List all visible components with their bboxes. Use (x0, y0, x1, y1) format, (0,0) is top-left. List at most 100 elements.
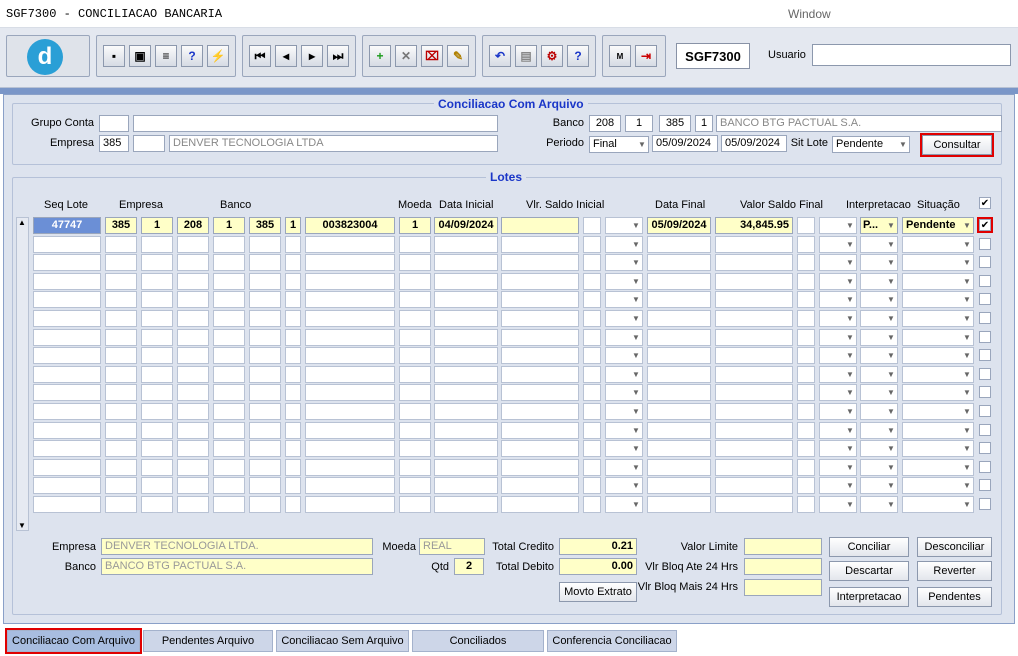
tab-conciliacao-sem-arquivo[interactable]: Conciliacao Sem Arquivo (276, 630, 409, 652)
empty-cell[interactable] (434, 347, 498, 365)
empty-cell[interactable] (213, 254, 245, 272)
row-checkbox[interactable] (979, 386, 991, 399)
cell-seq-lote[interactable]: 47747 (33, 217, 101, 234)
empty-cell[interactable] (715, 254, 793, 272)
tab-pendentes-arquivo[interactable]: Pendentes Arquivo (143, 630, 273, 652)
empty-cell[interactable] (213, 235, 245, 253)
empty-cell[interactable] (647, 254, 711, 272)
conciliar-button[interactable]: Conciliar (829, 537, 909, 557)
empty-cell[interactable] (213, 272, 245, 290)
empty-cell[interactable] (33, 254, 101, 272)
empty-cell[interactable] (177, 235, 209, 253)
empty-cell[interactable] (715, 421, 793, 439)
empty-cell[interactable] (647, 310, 711, 327)
empty-cell[interactable]: ▼ (860, 403, 898, 420)
grupo-conta-code[interactable] (99, 115, 129, 132)
empty-cell[interactable] (501, 384, 579, 402)
empty-cell[interactable] (177, 458, 209, 476)
row-checkbox[interactable]: ✔ (977, 217, 993, 233)
empty-cell[interactable] (715, 440, 793, 458)
empty-cell[interactable] (715, 272, 793, 290)
empty-cell[interactable] (399, 291, 431, 309)
empty-cell[interactable] (647, 403, 711, 420)
empty-cell[interactable] (33, 328, 101, 346)
empty-cell[interactable]: ▼ (605, 272, 643, 290)
empty-cell[interactable]: ▼ (902, 458, 974, 476)
empty-cell[interactable] (583, 272, 601, 290)
row-checkbox[interactable] (979, 349, 991, 362)
empty-cell[interactable]: ▼ (860, 384, 898, 402)
empty-cell[interactable]: ▼ (819, 421, 857, 439)
empty-cell[interactable] (434, 328, 498, 346)
empty-cell[interactable] (501, 235, 579, 253)
empty-cell[interactable]: ▼ (860, 310, 898, 327)
empty-cell[interactable]: ▼ (819, 365, 857, 383)
empty-cell[interactable] (501, 328, 579, 346)
empty-cell[interactable] (797, 458, 815, 476)
empty-cell[interactable] (715, 458, 793, 476)
empresa-sub[interactable] (133, 135, 165, 152)
empty-cell[interactable] (33, 310, 101, 327)
row-checkbox[interactable] (979, 442, 991, 455)
empty-cell[interactable] (33, 403, 101, 420)
row-checkbox[interactable] (979, 330, 991, 343)
empty-cell[interactable] (141, 365, 173, 383)
empty-cell[interactable]: ▼ (819, 347, 857, 365)
empty-cell[interactable] (141, 496, 173, 513)
empty-cell[interactable] (797, 328, 815, 346)
empty-cell[interactable] (105, 328, 137, 346)
empty-cell[interactable]: ▼ (860, 458, 898, 476)
empty-cell[interactable] (305, 458, 395, 476)
empty-cell[interactable] (213, 347, 245, 365)
empty-cell[interactable]: ▼ (605, 421, 643, 439)
empty-cell[interactable] (141, 384, 173, 402)
empty-cell[interactable] (33, 477, 101, 495)
empty-cell[interactable] (249, 440, 281, 458)
empty-cell[interactable]: ▼ (902, 384, 974, 402)
empty-cell[interactable] (797, 421, 815, 439)
first-record-icon[interactable]: ⏮ (249, 45, 271, 67)
empty-cell[interactable] (501, 254, 579, 272)
row-checkbox[interactable] (979, 498, 991, 510)
empty-cell[interactable] (249, 458, 281, 476)
empty-cell[interactable] (285, 403, 301, 420)
empty-cell[interactable] (305, 254, 395, 272)
empty-cell[interactable] (501, 477, 579, 495)
empty-cell[interactable] (33, 235, 101, 253)
execute-query-icon[interactable]: ⚡ (207, 45, 229, 67)
empty-cell[interactable]: ▼ (605, 496, 643, 513)
next-record-icon[interactable]: ▸ (301, 45, 323, 67)
menu-icon[interactable]: M (609, 45, 631, 67)
consultar-button[interactable]: Consultar (920, 133, 994, 157)
empty-cell[interactable] (715, 291, 793, 309)
empty-cell[interactable]: ▼ (902, 496, 974, 513)
empty-cell[interactable] (797, 365, 815, 383)
empty-cell[interactable] (501, 440, 579, 458)
empty-cell[interactable] (105, 365, 137, 383)
descartar-button[interactable]: Descartar (829, 561, 909, 581)
empty-cell[interactable]: ▼ (860, 328, 898, 346)
empty-cell[interactable] (105, 347, 137, 365)
empty-cell[interactable] (434, 310, 498, 327)
empty-cell[interactable]: ▼ (860, 421, 898, 439)
empty-cell[interactable] (141, 328, 173, 346)
empty-cell[interactable] (105, 440, 137, 458)
cell-select-final[interactable]: ▼ (819, 217, 857, 234)
empty-cell[interactable] (105, 254, 137, 272)
empty-cell[interactable] (177, 328, 209, 346)
empty-cell[interactable] (213, 458, 245, 476)
empty-cell[interactable] (583, 403, 601, 420)
empty-cell[interactable] (305, 235, 395, 253)
empty-cell[interactable] (797, 254, 815, 272)
pendentes-button[interactable]: Pendentes (917, 587, 992, 607)
empty-cell[interactable] (501, 272, 579, 290)
row-checkbox[interactable] (979, 293, 991, 306)
empty-cell[interactable] (399, 403, 431, 420)
empty-cell[interactable] (399, 254, 431, 272)
empty-cell[interactable] (715, 496, 793, 513)
empty-cell[interactable]: ▼ (605, 347, 643, 365)
clear-record-icon[interactable]: ⌧ (421, 45, 443, 67)
scroll-down-icon[interactable]: ▼ (18, 521, 26, 530)
empty-cell[interactable] (647, 496, 711, 513)
empty-cell[interactable] (583, 477, 601, 495)
